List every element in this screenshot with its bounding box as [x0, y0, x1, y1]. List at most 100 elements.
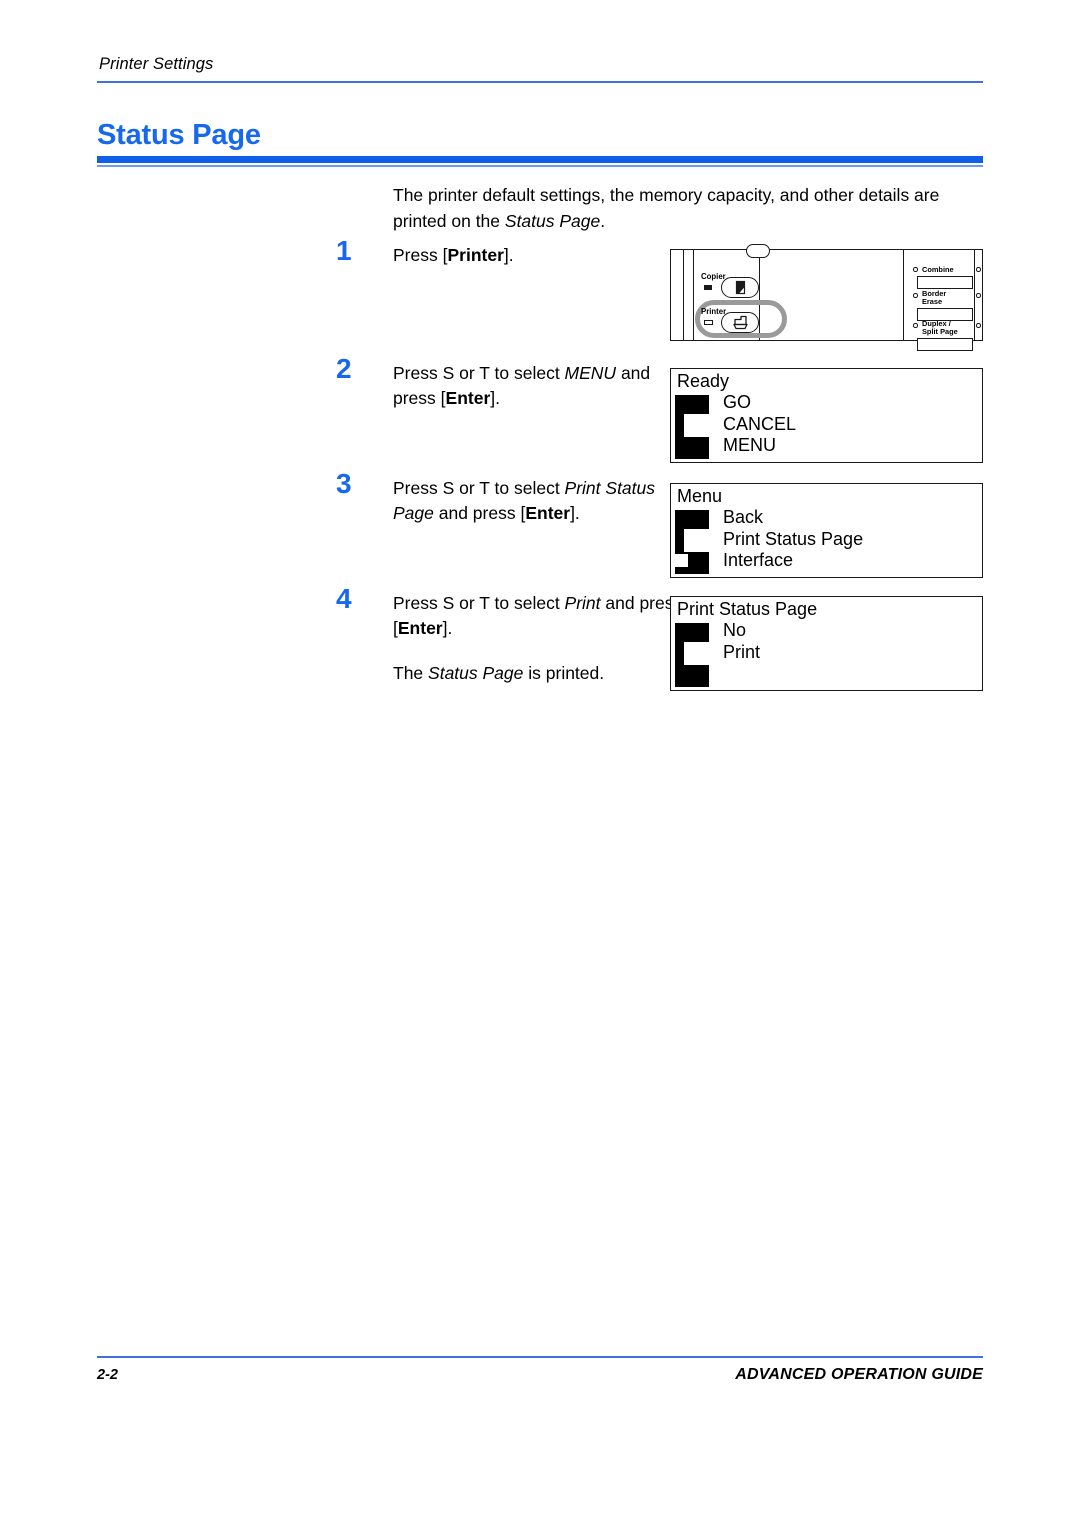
arrow-down-icon: T [479, 363, 490, 383]
duplex-led-icon [913, 323, 918, 328]
page-footer: 2-2 ADVANCED OPERATION GUIDE [97, 1356, 983, 1384]
step3-key-enter: Enter [525, 503, 571, 524]
arrow-up-icon: S [442, 478, 455, 498]
lcd-item-list: Back Print Status Page Interface [723, 507, 863, 572]
lcd-item-list: No Print [723, 620, 760, 663]
step4-text-part-1: Press [393, 593, 443, 613]
lcd-screen-print-status-page: Print Status Page No Print [670, 596, 983, 691]
step3-text-part-5: ]. [570, 503, 580, 524]
guide-title: ADVANCED OPERATION GUIDE [735, 1366, 983, 1383]
intro-line-2-suffix: . [600, 210, 606, 231]
panel-divider-left [683, 250, 685, 340]
step2-menu-term: MENU [564, 363, 617, 383]
intro-line-1: The printer default settings, the memory… [393, 185, 940, 205]
step2-key-enter: Enter [445, 388, 491, 409]
step-item: 4 Press S or T to select Print and press… [336, 585, 693, 687]
combine-button[interactable] [917, 276, 973, 289]
arrow-up-icon: S [442, 593, 455, 613]
step-text: Press S or T to select Print and press [… [393, 591, 693, 687]
step3-text-part-3: to select [489, 478, 565, 498]
arrow-up-icon: S [442, 363, 455, 383]
control-panel-illustration: Copier Printer Combine Border Erase Dupl… [670, 244, 983, 351]
lcd-item[interactable]: Interface [723, 550, 863, 572]
step-item: 3 Press S or T to select Print Status Pa… [336, 470, 693, 532]
combine-led-right-icon [976, 267, 981, 272]
border-erase-led-icon [913, 293, 918, 298]
duplex-led-right-icon [976, 323, 981, 328]
step1-text-part-2: ]. [503, 245, 514, 265]
step-text: Press S or T to select MENU and press [E… [393, 361, 693, 411]
step3-text-part-1: Press [393, 478, 443, 498]
combine-led-icon [913, 267, 918, 272]
footer-rule [97, 1356, 983, 1358]
panel-divider-left-2 [693, 250, 695, 340]
step4-note-status-page-term: Status Page [428, 663, 524, 684]
lcd-title: Ready [677, 372, 733, 390]
lcd-title: Print Status Page [677, 600, 821, 618]
step-number: 1 [336, 235, 352, 266]
lcd-item[interactable]: MENU [723, 435, 796, 457]
lcd-item[interactable]: CANCEL [723, 414, 796, 436]
step4-text-part-5: ]. [442, 618, 453, 639]
lcd-position-marker [675, 554, 688, 567]
page-number: 2-2 [97, 1367, 118, 1383]
step1-key-printer: Printer [447, 245, 504, 265]
duplex-split-page-button[interactable] [917, 338, 973, 351]
step2-text-part-2: or [454, 363, 480, 383]
step-number: 2 [336, 353, 352, 384]
step-number: 4 [336, 583, 352, 614]
document-page-icon [735, 280, 746, 295]
lcd-selection-cursor [684, 642, 709, 665]
page-header: Printer Settings [97, 55, 983, 83]
heading-rule-hair [97, 165, 983, 168]
intro-paragraph: The printer default settings, the memory… [393, 183, 983, 235]
lcd-item[interactable]: Print [723, 642, 760, 664]
duplex-label-line2: Split Page [922, 327, 958, 336]
heading-rule-thick [97, 156, 983, 164]
lcd-item-list: GO CANCEL MENU [723, 392, 796, 457]
lcd-item[interactable]: Print Status Page [723, 529, 863, 551]
step2-text-part-5: ]. [490, 388, 500, 409]
arrow-down-icon: T [479, 593, 490, 613]
intro-line-2-prefix: printed on the [393, 210, 505, 231]
step4-key-enter: Enter [397, 618, 443, 639]
lcd-screen-ready: Ready GO CANCEL MENU [670, 368, 983, 463]
intro-status-page-term: Status Page [504, 210, 601, 231]
lcd-item[interactable]: GO [723, 392, 796, 414]
lcd-screen-menu: Menu Back Print Status Page Interface [670, 483, 983, 578]
copier-button[interactable] [721, 277, 759, 298]
step4-text-part-3: to select [489, 593, 565, 613]
lcd-item[interactable]: Back [723, 507, 863, 529]
step2-text-part-3: to select [489, 363, 565, 383]
lcd-selection-cursor [684, 414, 709, 437]
printer-icon [733, 315, 748, 330]
step2-text-part-1: Press [393, 363, 443, 383]
lcd-title: Menu [677, 487, 726, 505]
step4-note-part-1: The [393, 663, 429, 684]
step3-text-part-2: or [454, 478, 480, 498]
panel-divider-right [903, 250, 905, 340]
step-item: 1 Press [Printer]. [336, 237, 514, 299]
step4-print-term: Print [564, 593, 601, 613]
printer-led-indicator [704, 320, 713, 325]
copier-led-indicator [704, 285, 712, 290]
step3-text-part-4: and press [ [433, 503, 526, 524]
header-rule [97, 81, 983, 83]
arrow-down-icon: T [479, 478, 490, 498]
step4-result-note: The Status Page is printed. [393, 661, 693, 686]
lcd-selection-cursor [684, 529, 709, 552]
step4-text-part-2: or [454, 593, 480, 613]
step1-text-part-1: Press [ [393, 245, 448, 265]
step-text: Press [Printer]. [393, 243, 514, 268]
step-item: 2 Press S or T to select MENU and press … [336, 355, 693, 417]
border-erase-label-line2: Erase [922, 297, 943, 306]
section-heading-block: Status Page [97, 119, 983, 168]
step-number: 3 [336, 468, 352, 499]
page-title: Status Page [97, 119, 261, 151]
step-text: Press S or T to select Print Status Page… [393, 476, 693, 526]
step4-note-part-2: is printed. [523, 663, 605, 684]
running-header-title: Printer Settings [99, 55, 214, 73]
panel-top-tab [746, 244, 770, 258]
printer-button[interactable] [721, 312, 759, 333]
lcd-item[interactable]: No [723, 620, 760, 642]
